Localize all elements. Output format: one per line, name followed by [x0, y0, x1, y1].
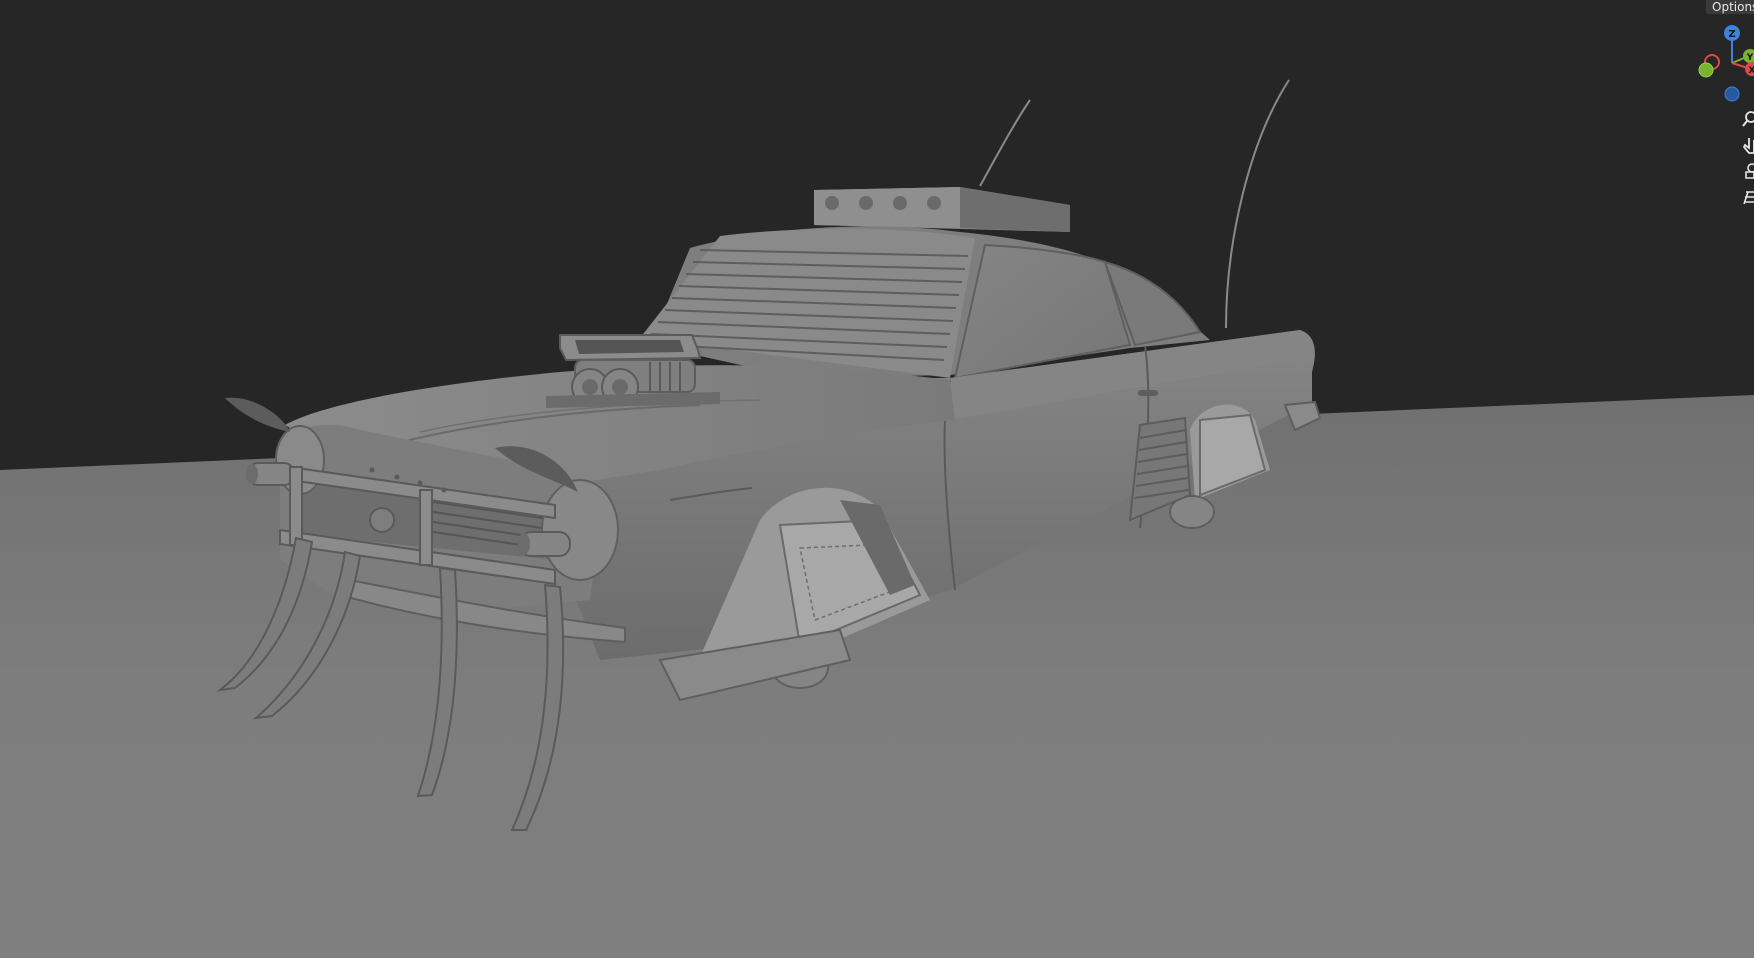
viewport-nav-tools [1740, 108, 1754, 220]
options-button[interactable]: Options [1706, 0, 1754, 14]
door-handle [1138, 390, 1158, 396]
badge [369, 507, 395, 533]
gizmo-axis-neg-y[interactable] [1698, 62, 1714, 78]
viewport-scene [0, 0, 1754, 958]
camera-icon[interactable] [1740, 160, 1754, 182]
gizmo-axis-neg-z[interactable] [1724, 86, 1740, 102]
perspective-grid-icon[interactable] [1740, 186, 1754, 208]
navigation-gizmo[interactable]: Z Y X [1694, 22, 1754, 112]
svg-text:X: X [1749, 66, 1754, 76]
svg-text:Z: Z [1728, 29, 1735, 40]
headlight-right [541, 479, 619, 581]
3d-viewport[interactable]: Options Z Y X [0, 0, 1754, 958]
svg-text:Y: Y [1746, 53, 1754, 63]
zoom-icon[interactable] [1740, 108, 1754, 130]
pan-hand-icon[interactable] [1740, 134, 1754, 156]
